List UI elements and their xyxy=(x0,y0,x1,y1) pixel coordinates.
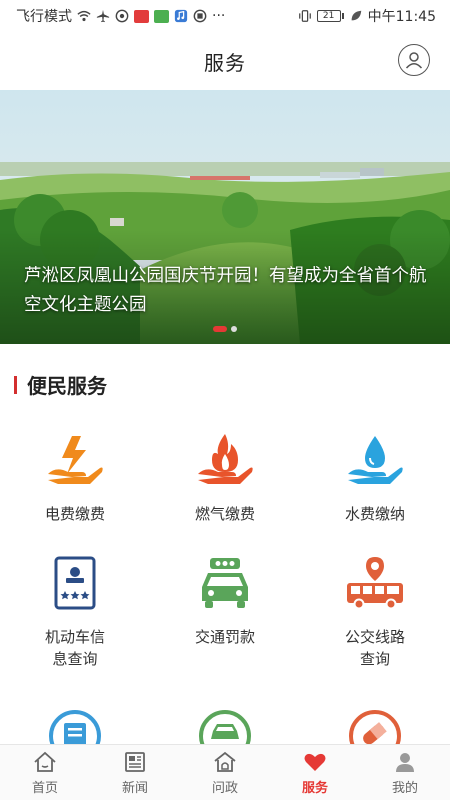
electricity-payment-item[interactable]: 电费缴费 xyxy=(0,427,150,525)
service-label: 电费缴费 xyxy=(44,505,105,523)
home-icon xyxy=(33,750,57,774)
wifi-icon xyxy=(77,10,91,22)
battery-level: 21 xyxy=(316,10,341,22)
music-icon xyxy=(174,9,188,23)
bus-route-query-item[interactable]: 公交线路 查询 xyxy=(300,550,450,670)
page-title: 服务 xyxy=(204,50,246,75)
status-left: 飞行模式 ··· xyxy=(16,6,225,26)
service-label: 交通罚款 xyxy=(194,628,255,646)
clock-time: 中午11:45 xyxy=(367,9,436,25)
wechat-notification-icon xyxy=(154,9,169,23)
traffic-fine-item[interactable]: 交通罚款 xyxy=(150,550,300,648)
tab-news[interactable]: 新闻 xyxy=(90,745,180,800)
app-header: 服务 xyxy=(0,32,450,90)
flame-hand-icon xyxy=(192,427,258,493)
government-icon xyxy=(213,750,237,774)
user-icon xyxy=(405,52,423,69)
user-icon xyxy=(393,750,417,774)
document-circle-icon xyxy=(42,703,108,745)
airplane-mode-text: 飞行模式 xyxy=(16,9,72,25)
more-notifications-icon: ··· xyxy=(212,8,226,24)
tab-label: 新闻 xyxy=(121,781,148,796)
service-label: 燃气缴费 xyxy=(194,505,255,523)
service-label: 公交线路 查询 xyxy=(344,628,405,668)
vibrate-icon xyxy=(298,10,311,22)
tab-services[interactable]: 服务 xyxy=(270,745,360,800)
profile-button[interactable] xyxy=(398,44,430,76)
vehicle-license-icon xyxy=(42,550,108,616)
carousel-indicator xyxy=(0,326,450,332)
lightning-hand-icon xyxy=(42,427,108,493)
service-label: 机动车信 息查询 xyxy=(44,628,105,668)
bottom-tab-bar: 首页 新闻 问政 服务 我的 xyxy=(0,744,450,800)
document-service-item[interactable] xyxy=(0,703,150,745)
car-fine-icon xyxy=(192,550,258,616)
section-header: 便民服务 xyxy=(14,370,107,399)
section-title: 便民服务 xyxy=(27,374,107,398)
car-service-item[interactable] xyxy=(150,703,300,745)
vehicle-info-query-item[interactable]: 机动车信 息查询 xyxy=(0,550,150,670)
service-label: 水费缴纳 xyxy=(344,505,405,523)
carousel-dot[interactable] xyxy=(231,326,237,332)
carousel-dot-active[interactable] xyxy=(213,326,227,332)
water-payment-item[interactable]: 水费缴纳 xyxy=(300,427,450,525)
tab-home[interactable]: 首页 xyxy=(0,745,90,800)
tab-label: 问政 xyxy=(211,781,238,796)
service-grid: 电费缴费 燃气缴费 水费缴纳 机动车信 息查询 交通罚款 公交线路 查询 xyxy=(0,415,450,745)
tab-label: 首页 xyxy=(31,781,58,796)
news-banner[interactable]: 芦淞区凤凰山公园国庆节开园！有望成为全省首个航空文化主题公园 xyxy=(0,90,450,344)
tab-label: 我的 xyxy=(391,781,418,796)
car-circle-icon xyxy=(192,703,258,745)
browser-icon xyxy=(115,9,129,23)
airplane-icon xyxy=(96,9,110,23)
settings-notification-icon xyxy=(193,9,207,23)
heart-icon xyxy=(303,750,327,774)
bus-route-icon xyxy=(342,550,408,616)
section-accent-bar xyxy=(14,375,17,394)
tab-mine[interactable]: 我的 xyxy=(360,745,450,800)
tab-government-inquiry[interactable]: 问政 xyxy=(180,745,270,800)
leaf-icon xyxy=(351,10,361,21)
status-bar: 飞行模式 ··· 21 中午11:45 xyxy=(0,0,450,32)
banner-caption: 芦淞区凤凰山公园国庆节开园！有望成为全省首个航空文化主题公园 xyxy=(24,266,427,315)
water-drop-hand-icon xyxy=(342,427,408,493)
news-icon xyxy=(123,750,147,774)
pill-circle-icon xyxy=(342,703,408,745)
gas-payment-item[interactable]: 燃气缴费 xyxy=(150,427,300,525)
status-right: 21 中午11:45 xyxy=(298,6,436,26)
battery-icon: 21 xyxy=(316,10,344,22)
medicine-service-item[interactable] xyxy=(300,703,450,745)
tab-label: 服务 xyxy=(301,781,328,796)
app-notification-icon xyxy=(134,9,149,23)
